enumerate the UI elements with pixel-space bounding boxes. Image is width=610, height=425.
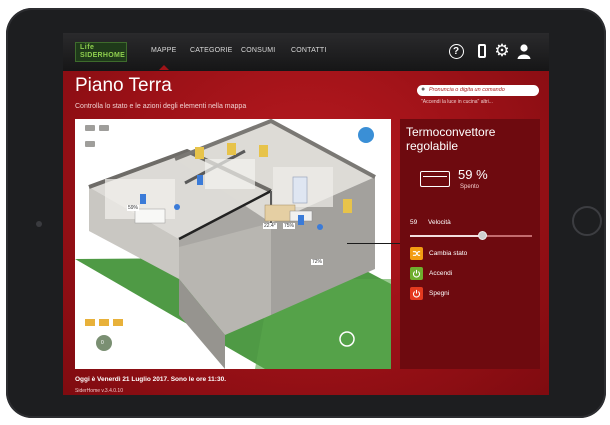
logo-text-bottom: SIDERHOME [80, 52, 126, 59]
page-subtitle: Controlla lo stato e le azioni degli ele… [75, 103, 247, 110]
change-state-action[interactable]: Cambia stato [410, 247, 536, 261]
logo-text-top: Life [80, 44, 95, 51]
shuffle-icon[interactable] [410, 247, 423, 260]
floor-plan-illustration [75, 119, 391, 369]
command-hint[interactable]: "Accendi la luce in cucina" altri... [421, 99, 493, 105]
home-button[interactable] [572, 206, 602, 236]
level-value: 59 [410, 219, 418, 226]
floor-map[interactable]: 59% 22.4° 75% 72% 0 [75, 119, 391, 369]
page-title: Piano Terra [75, 75, 172, 96]
microphone-icon[interactable]: ● [421, 86, 425, 93]
nav-item-consumi[interactable]: CONSUMI [241, 47, 275, 54]
nav-item-contatti[interactable]: CONTATTI [291, 47, 327, 54]
app-version: SiderHome v.3.4.0.10 [75, 388, 123, 394]
heater-icon [420, 171, 450, 187]
device-name: Termoconvettore regolabile [406, 125, 496, 153]
camera-dot [36, 221, 42, 227]
turn-on-label[interactable]: Accendi [429, 270, 452, 277]
device-state: Spento [460, 184, 480, 190]
meter-value: 0 [101, 340, 104, 346]
map-badge[interactable]: 75% [283, 223, 296, 229]
map-badge[interactable]: 22.4° [263, 223, 277, 229]
turn-off-label[interactable]: Spegni [429, 290, 449, 297]
voice-command-input[interactable]: ● Pronuncia o digita un comando [417, 85, 539, 96]
search-placeholder: Pronuncia o digita un comando [429, 87, 505, 93]
slider-fill [410, 235, 482, 237]
app-logo[interactable]: Life SIDERHOME [75, 42, 127, 62]
user-icon[interactable] [515, 42, 533, 60]
turn-on-action[interactable]: Accendi [410, 267, 536, 281]
nav-item-categorie[interactable]: CATEGORIE [190, 47, 233, 54]
top-navigation-bar: Life SIDERHOME MAPPE CATEGORIE CONSUMI C… [63, 33, 549, 71]
map-badge[interactable]: 59% [127, 205, 140, 211]
speed-slider[interactable] [410, 231, 532, 240]
smartphone-icon[interactable] [473, 42, 491, 60]
main-area: Piano Terra Controlla lo stato e le azio… [63, 71, 549, 395]
map-badge[interactable]: 72% [311, 259, 324, 265]
device-value: 59 % [458, 167, 488, 182]
change-state-label[interactable]: Cambia stato [429, 250, 467, 257]
app-screen: Life SIDERHOME MAPPE CATEGORIE CONSUMI C… [63, 33, 549, 395]
power-off-icon[interactable] [410, 287, 423, 300]
level-name: Velocità [428, 219, 451, 226]
slider-handle[interactable] [477, 231, 487, 240]
settings-icon[interactable]: ⚙ [493, 42, 511, 60]
power-on-icon[interactable] [410, 267, 423, 280]
help-icon[interactable]: ? [447, 42, 465, 60]
date-time-status: Oggi è Venerdì 21 Luglio 2017. Sono le o… [75, 376, 226, 383]
turn-off-action[interactable]: Spegni [410, 287, 536, 301]
device-detail-panel: Termoconvettore regolabile 59 % Spento 5… [400, 119, 540, 369]
nav-item-mappe[interactable]: MAPPE [151, 47, 177, 70]
